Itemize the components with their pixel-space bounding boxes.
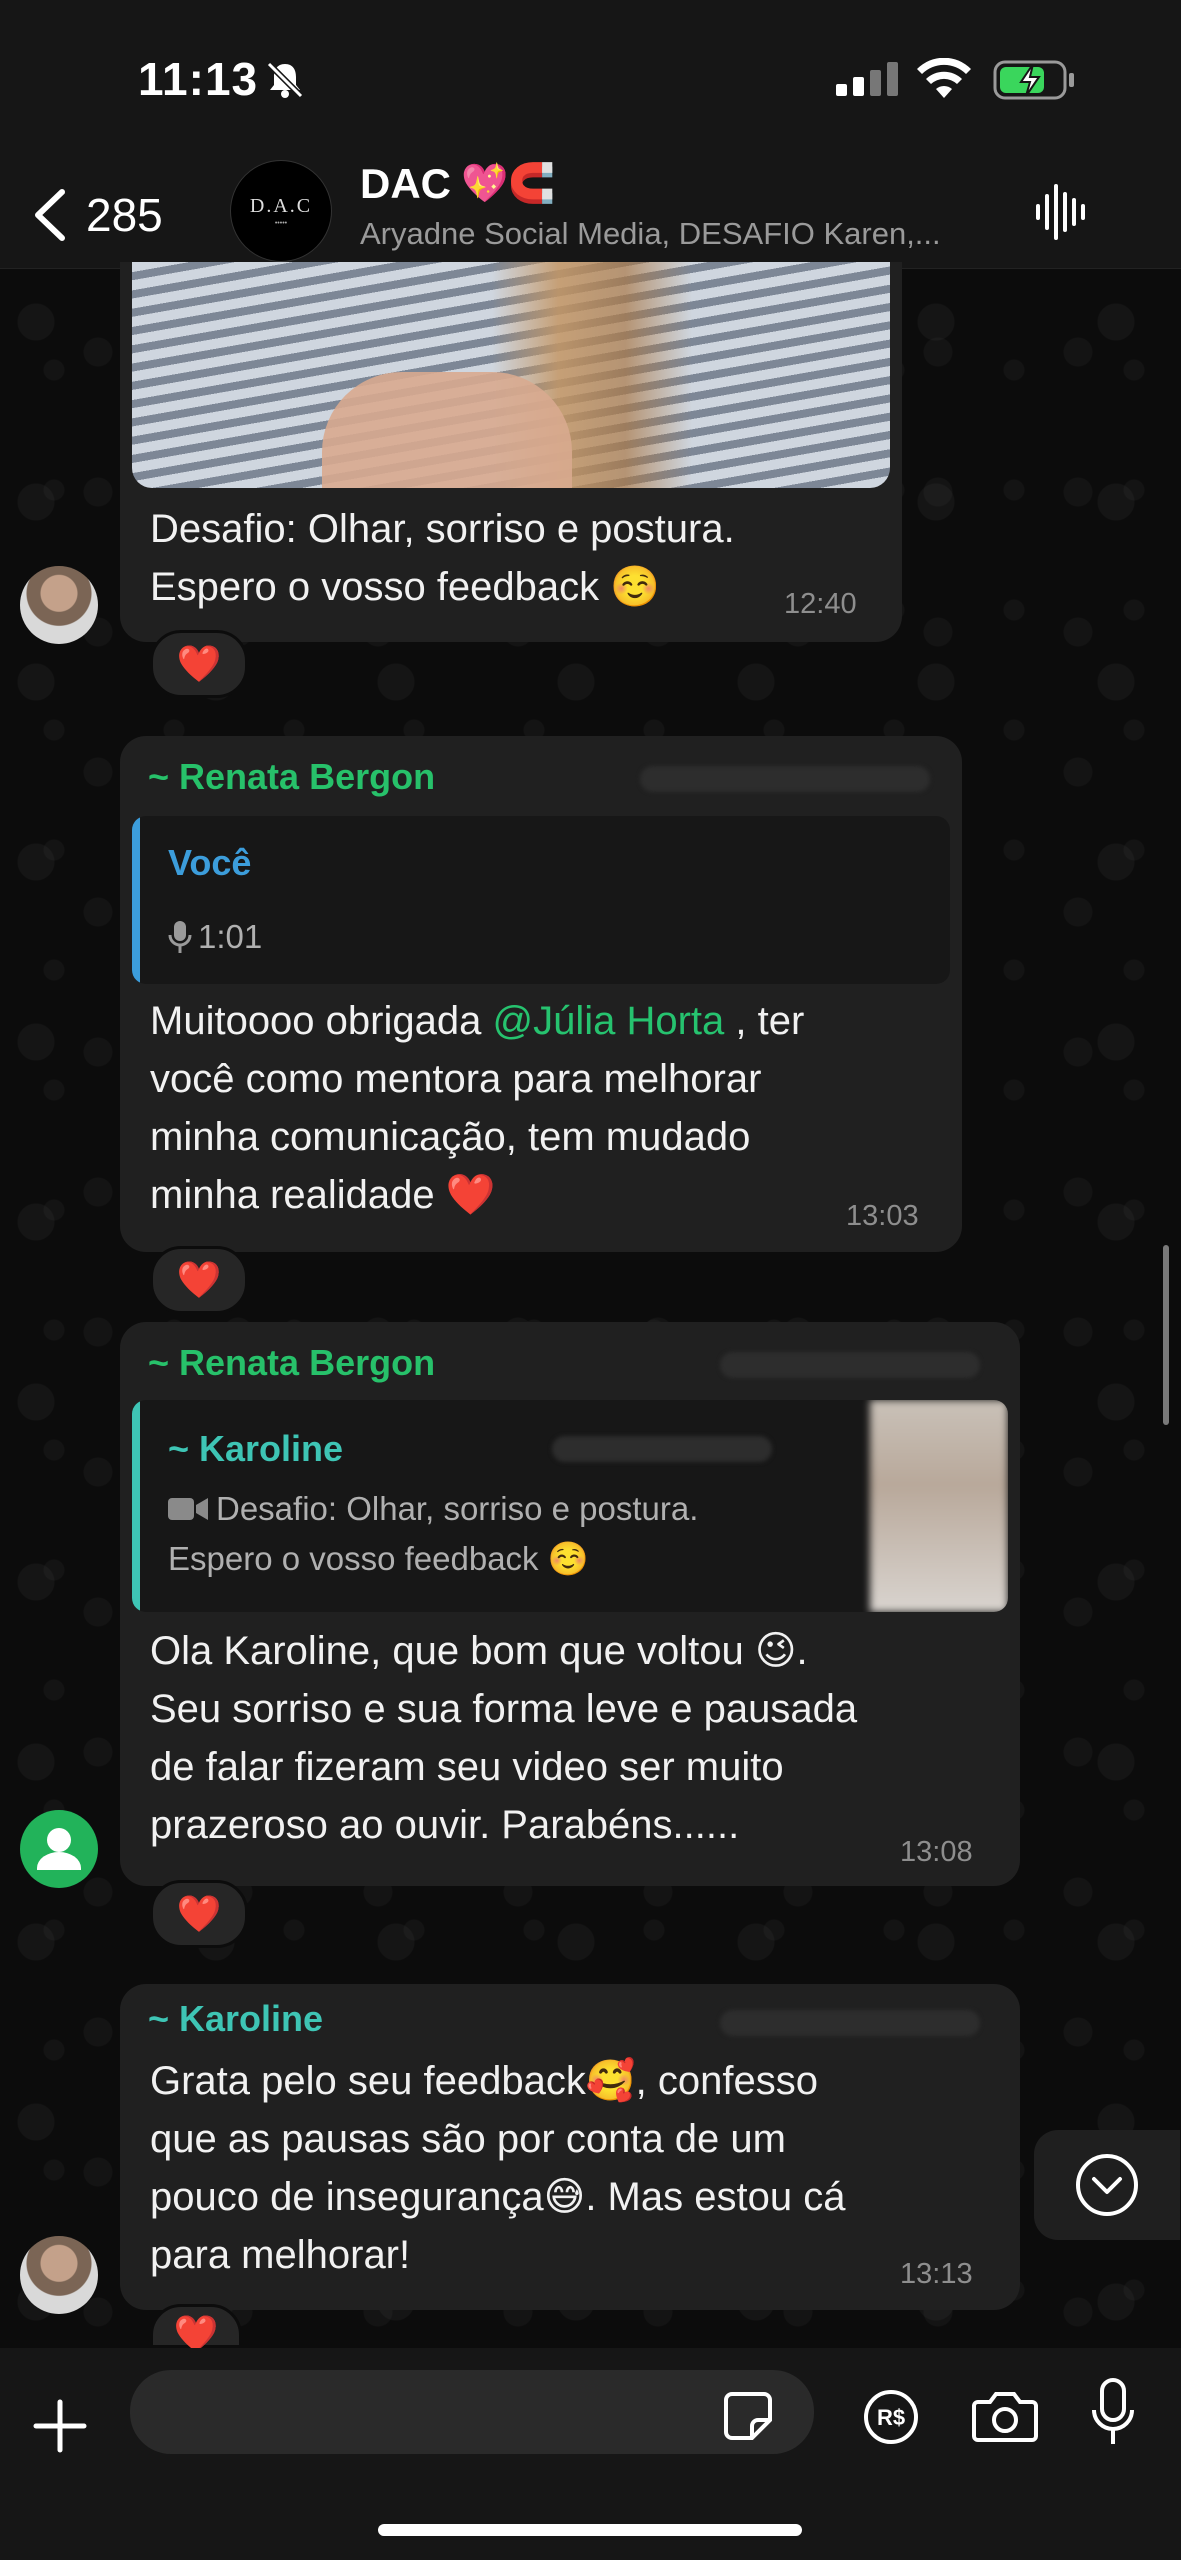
group-name-emoji: 💖🧲 [461,163,556,205]
quote-audio: 1:01 [168,912,262,962]
back-button[interactable]: 285 [32,180,163,250]
quote-sender: ~ Karoline [168,1428,344,1469]
camera-icon[interactable] [972,2388,1038,2444]
audio-wave-icon[interactable] [1034,180,1090,244]
message-text-line: que as pausas são por conta de um [150,2117,786,2161]
sticker-icon[interactable] [722,2390,774,2442]
group-avatar[interactable]: D.A.C ••••• [230,160,332,262]
message-time: 13:08 [900,1836,973,1868]
message-text-line: Seu sorriso e sua forma leve e pausada [150,1687,858,1731]
message-bubble[interactable]: ~ Renata Bergon Você 1:01 Muitoooo obrig… [120,736,962,1252]
sender-name[interactable]: ~ Karoline [148,1998,323,2040]
sender-name[interactable]: ~ Renata Bergon [148,1342,435,1384]
quote-text-line: Espero o vosso feedback ☺️ [168,1540,589,1577]
heart-reaction[interactable]: ❤️ [150,1246,248,1314]
message-text-line: Espero o vosso feedback ☺️ [150,565,661,609]
signal-icon [836,62,898,96]
message-text-line: minha realidade ❤️ [150,1173,496,1217]
microphone-icon[interactable] [1088,2378,1138,2448]
home-indicator [378,2524,802,2536]
avatar-karoline[interactable] [20,2236,98,2314]
message-text-line: você como mentora para melhorar [150,1057,762,1101]
quoted-message[interactable]: ~ Karoline Desafio: Olhar, sorriso e pos… [132,1400,1008,1612]
avatar-default-icon[interactable] [20,1810,98,1888]
mention-link[interactable]: @Júlia Horta [492,999,724,1043]
blurred-phone [720,2010,980,2036]
group-title[interactable]: DAC 💖🧲 [360,160,556,208]
plus-icon[interactable] [32,2398,88,2454]
quoted-message[interactable]: Você 1:01 [132,816,950,984]
message-text-line: para melhorar! [150,2233,411,2277]
heart-reaction[interactable]: ❤️ [150,2304,242,2354]
message-bubble[interactable]: ~ Renata Bergon ~ Karoline Desafio: Olha… [120,1322,1020,1886]
group-avatar-subtext: ••••• [274,220,288,227]
quote-sender: Você [168,842,252,883]
quote-bar [132,816,140,984]
quote-thumbnail [870,1400,1008,1612]
chevron-left-icon [35,189,65,241]
blurred-phone [552,1436,772,1462]
quote-video: Desafio: Olhar, sorriso e postura. Esper… [168,1484,698,1584]
unread-count: 285 [86,189,163,241]
heart-reaction[interactable]: ❤️ [150,1880,248,1948]
composer-bar: R$ [0,2348,1181,2560]
message-time: 13:13 [900,2258,973,2290]
message-time: 12:40 [784,588,857,620]
avatar-karoline[interactable] [20,566,98,644]
message-text-line: de falar fizeram seu video ser muito [150,1745,784,1789]
group-avatar-text: D.A.C [249,195,313,217]
message-text-line: Desafio: Olhar, sorriso e postura. [150,507,735,551]
quote-bar [132,1400,140,1612]
person-icon [37,1828,81,1870]
message-input[interactable] [130,2370,814,2454]
video-icon [168,1498,208,1520]
wifi-icon [917,58,971,98]
sender-name[interactable]: ~ Renata Bergon [148,756,435,798]
video-thumbnail[interactable] [132,262,890,488]
message-bubble[interactable]: Desafio: Olhar, sorriso e postura. Esper… [120,262,902,642]
quote-text-line: Desafio: Olhar, sorriso e postura. [216,1490,699,1527]
message-time: 13:03 [846,1200,919,1232]
chat-header: 285 D.A.C ••••• DAC 💖🧲 Aryadne Social Me… [0,160,1181,269]
message-text-line: pouco de insegurança😅. Mas estou cá [150,2175,846,2219]
quote-audio-duration: 1:01 [198,918,263,955]
message-text-line: Ola Karoline, que bom que voltou 😉. [150,1629,808,1673]
status-time: 11:13 [138,53,259,105]
message-text-line: prazeroso ao ouvir. Parabéns...... [150,1803,740,1847]
blurred-phone [640,766,930,792]
bell-slash-icon [266,61,304,99]
heart-reaction[interactable]: ❤️ [150,630,248,698]
message-bubble[interactable]: ~ Karoline Grata pelo seu feedback🥰, con… [120,1984,1020,2310]
message-text-line: Muitoooo obrigada @Júlia Horta , ter [150,999,805,1043]
group-members[interactable]: Aryadne Social Media, DESAFIO Karen,... [360,216,1000,252]
status-bar: 11:13 [0,0,1181,160]
mic-icon [168,921,192,953]
chevron-down-icon [1076,2154,1138,2216]
group-name: DAC [360,160,451,207]
pix-icon[interactable]: R$ [862,2388,920,2446]
battery-charging-icon [993,60,1074,100]
message-text-line: minha comunicação, tem mudado [150,1115,751,1159]
scrollbar[interactable] [1163,1245,1169,1425]
message-text-line: Grata pelo seu feedback🥰, confesso [150,2059,818,2103]
scroll-down-button[interactable] [1034,2130,1180,2240]
blurred-phone [720,1352,980,1378]
svg-text:R$: R$ [877,2405,905,2430]
